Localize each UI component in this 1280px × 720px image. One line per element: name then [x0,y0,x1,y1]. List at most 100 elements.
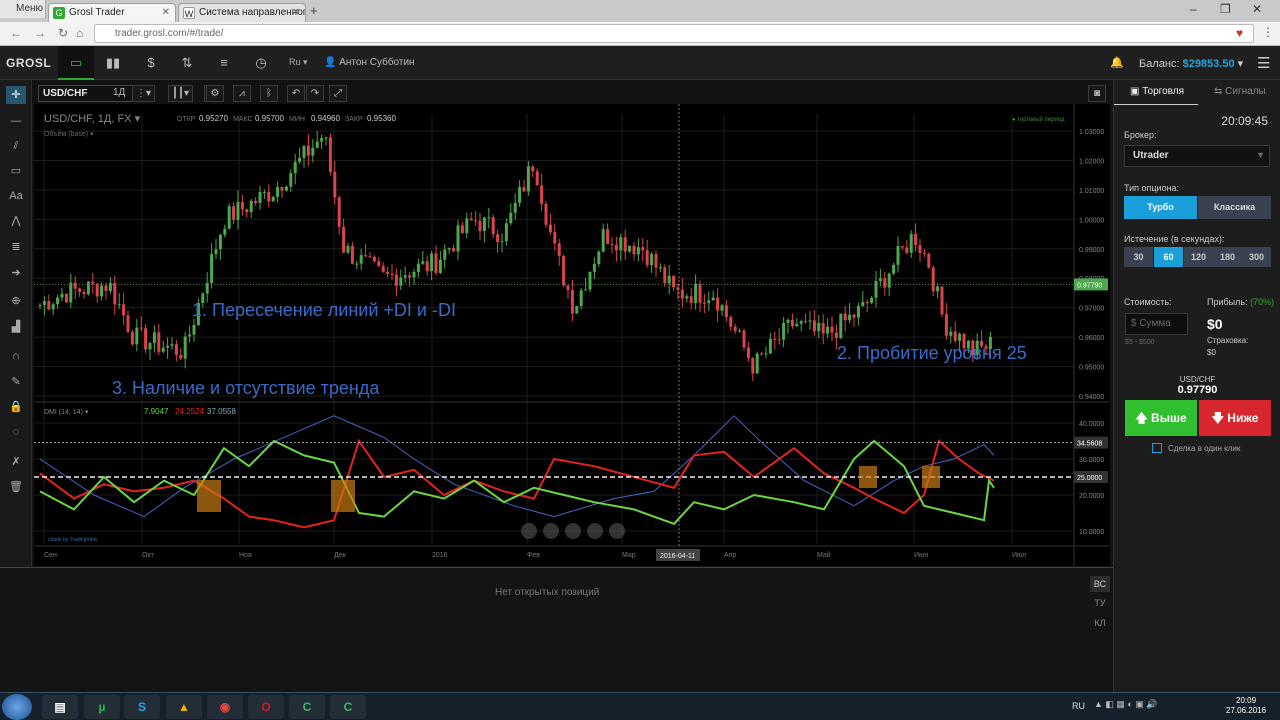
arrow-icon[interactable]: ➜ [6,264,26,282]
close-tab-icon[interactable]: ✕ [162,4,170,22]
language-select[interactable]: Ru ▾ [289,57,308,68]
start-button[interactable] [2,694,32,720]
amount-input[interactable]: $ Сумма [1125,313,1188,335]
trade-screen-icon[interactable]: ▭ [58,46,94,80]
line-tool-icon[interactable]: — [6,112,26,130]
measure-icon[interactable]: ▟ [6,318,26,336]
magnet-icon[interactable]: ∩ [6,347,26,365]
opera-icon[interactable]: O [248,695,284,719]
minimize-icon[interactable]: – [1190,2,1197,16]
tab-trading[interactable]: ▣ Торговля [1130,80,1184,104]
tab-kl[interactable]: КЛ [1090,618,1110,628]
pencil-icon[interactable]: ✎ [6,373,26,391]
trash-icon[interactable]: 🗑 [6,478,26,496]
one-click-checkbox[interactable] [1152,443,1162,453]
new-tab-icon[interactable]: + [310,3,318,18]
user-name[interactable]: 👤 Антон Субботин [324,57,415,68]
redo-icon[interactable]: ↷ [306,85,324,102]
option-turbo[interactable]: Турбо [1124,196,1197,219]
fullscreen-icon[interactable]: ⤢ [329,85,347,102]
arrow-up-icon: 🡅 [1135,411,1152,425]
expiry-120[interactable]: 120 [1184,247,1213,267]
expiry-180[interactable]: 180 [1213,247,1242,267]
explorer-icon[interactable]: ▤ [42,695,78,719]
menu-icon[interactable]: ☰ [1257,54,1270,72]
template-icon[interactable]: ᛒ [260,85,278,102]
candle-body [540,185,544,204]
candle-type-icon[interactable]: ┃┃▾ [168,85,194,102]
close-window-icon[interactable]: ✕ [1252,2,1262,16]
candle-body [346,245,350,253]
tab-signals[interactable]: ⇆ Сигналы [1214,80,1266,104]
positions-panel: Нет открытых позиций ВС ТУ КЛ [0,567,1113,692]
tab-tu[interactable]: ТУ [1090,598,1110,608]
candle-body [148,343,152,350]
candle-body [623,237,627,252]
tab-vs[interactable]: ВС [1090,576,1110,592]
rectangle-icon[interactable]: ▭ [6,162,26,180]
browser-menu-button[interactable]: Меню [0,0,46,18]
hide-icon[interactable]: ◌ [6,423,26,441]
clock-icon[interactable]: ◷ [243,46,279,80]
forward-icon[interactable]: → [34,26,46,40]
dollar-icon[interactable]: $ [133,46,169,80]
clock[interactable]: 20:09 27.06.2016 [1226,696,1266,716]
expiry-300[interactable]: 300 [1242,247,1271,267]
candle-body [372,256,376,262]
chrome-icon[interactable]: ◉ [207,695,243,719]
camera-icon[interactable]: ◙ [1088,85,1106,102]
url-input[interactable]: trader.grosl.com/#/trade/ [94,24,1254,43]
nav-circle [609,523,625,539]
broker-select[interactable]: Utrader ▾ [1124,145,1270,167]
tab-wikipedia[interactable]: W Система направленного д ✕ [178,3,306,22]
reload-icon[interactable]: ↻ [58,26,68,40]
torrent-icon[interactable]: µ [84,695,120,719]
expiry-30[interactable]: 30 [1124,247,1153,267]
expiry-60[interactable]: 60 [1154,247,1183,267]
close-tab-icon[interactable]: ✕ [292,4,300,22]
skype-icon[interactable]: S [124,695,160,719]
warning-app-icon[interactable]: ▲ [166,695,202,719]
chart-canvas[interactable]: 1.030001.020001.010001.000000.990000.980… [34,104,1110,566]
candle-body [161,347,165,352]
interval-select[interactable]: 1Д [110,85,128,102]
candle-body [381,265,385,272]
more-icon[interactable]: ⋮▾ [132,85,156,102]
buy-up-button[interactable]: 🡅 Выше [1125,400,1197,436]
browser-menu-icon[interactable]: ⋮ [1262,25,1274,39]
stats-icon[interactable]: ▮▮ [95,46,131,80]
transfer-icon[interactable]: ⇅ [169,46,205,80]
candle-body [804,321,808,323]
option-classic[interactable]: Классика [1198,196,1271,219]
compare-icon[interactable]: ⩘ [233,85,251,102]
bell-icon[interactable]: 🔔 [1110,56,1124,69]
sell-down-button[interactable]: 🡇 Ниже [1199,400,1271,436]
price-tick: 1.00000 [1079,217,1104,224]
candle-body [958,333,962,341]
back-icon[interactable]: ← [10,26,22,40]
camtasia-recorder-icon[interactable]: C [330,695,366,719]
candle-body [940,286,944,315]
candle-body [350,245,354,264]
candle-body [817,323,821,332]
text-tool-icon[interactable]: Aa [6,187,26,205]
settings-icon[interactable]: ⚙ [206,85,224,102]
maximize-icon[interactable]: ❐ [1220,2,1231,16]
tab-grosl-trader[interactable]: G Grosl Trader ✕ [48,3,176,22]
home-icon[interactable]: ⌂ [76,26,83,40]
crosshair-icon[interactable]: ✛ [6,86,26,104]
pitchfork-icon[interactable]: ⫽ [6,137,26,155]
lock-icon[interactable]: 🔒 [6,398,26,416]
heart-icon[interactable]: ♥ [1236,26,1243,40]
price-chart[interactable]: 1.030001.020001.010001.000000.990000.980… [34,104,1110,566]
fib-icon[interactable]: ≣ [6,238,26,256]
pattern-icon[interactable]: ⋀ [6,212,26,230]
zoom-icon[interactable]: ⊕ [6,292,26,310]
candle-body [465,218,469,234]
tray-icons[interactable]: ▲ ◧ ▦ ◐ ▣ 🔊 [1094,699,1158,710]
settings-sliders-icon[interactable]: ≡ [206,46,242,80]
wrench-icon[interactable]: ✗ [6,453,26,471]
tray-language[interactable]: RU [1072,701,1085,711]
undo-icon[interactable]: ↶ [287,85,305,102]
camtasia-icon[interactable]: C [289,695,325,719]
